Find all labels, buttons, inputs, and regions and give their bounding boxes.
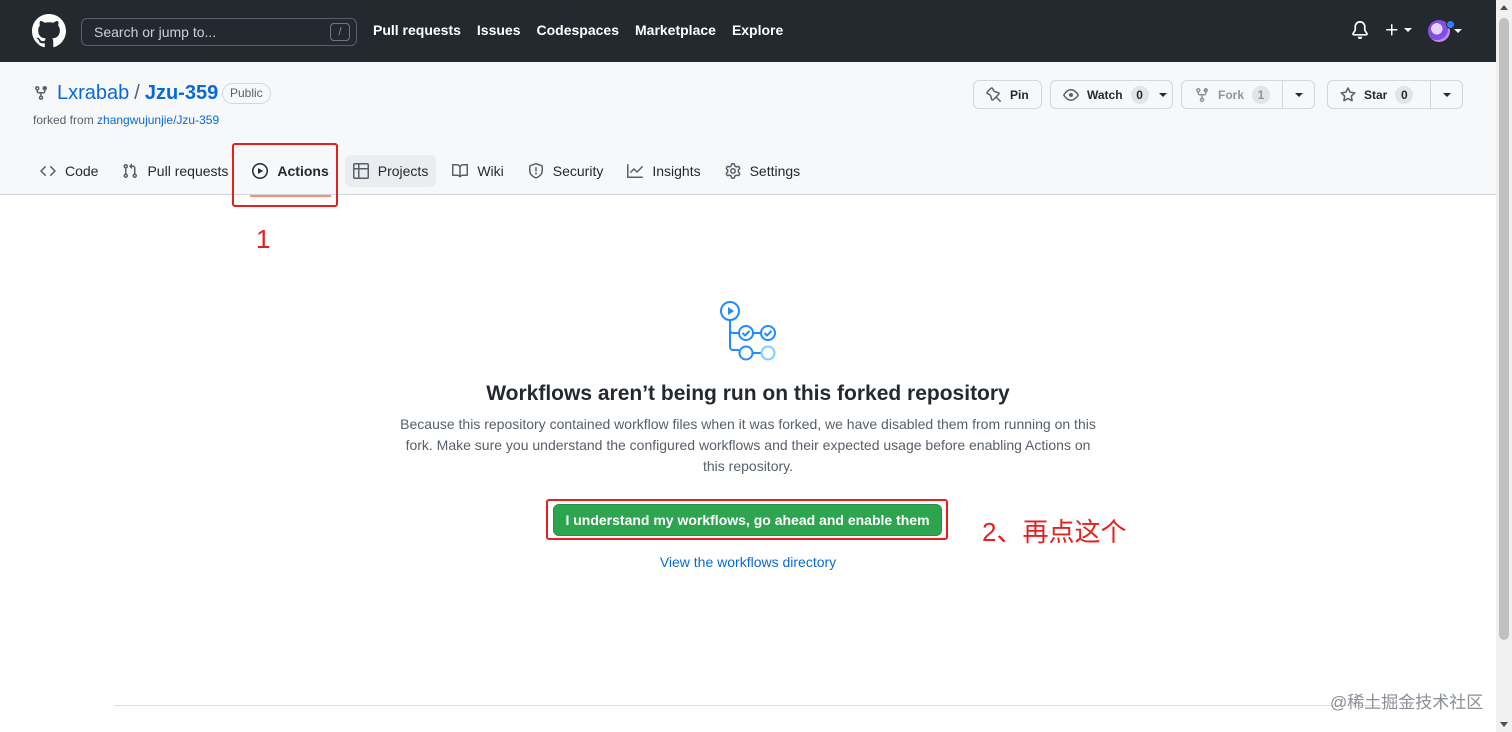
annotation-box-actions [232,143,338,207]
gear-icon [725,163,740,179]
workflows-directory-link[interactable]: View the workflows directory [660,554,836,570]
star-button[interactable]: Star 0 [1327,80,1463,109]
chevron-down-icon [1294,92,1303,97]
git-pull-request-icon [123,163,138,179]
tab-settings[interactable]: Settings [717,155,809,187]
watch-label: Watch [1087,87,1123,102]
create-new-button[interactable] [1384,18,1416,42]
star-label: Star [1364,87,1388,102]
tab-label: Projects [377,163,429,179]
global-nav: Pull requests Issues Codespaces Marketpl… [373,22,783,38]
tab-label: Pull requests [147,163,229,179]
workflow-icon [720,301,776,361]
scroll-up-arrow-icon[interactable] [1500,5,1508,10]
nav-issues[interactable]: Issues [477,22,521,38]
tab-security[interactable]: Security [520,155,612,187]
nav-marketplace[interactable]: Marketplace [635,22,716,38]
chevron-down-icon [1442,92,1451,97]
pin-icon [986,86,1002,102]
workflows-directory-link-row: View the workflows directory [0,554,1496,570]
star-dropdown-toggle[interactable] [1430,81,1462,108]
repo-forked-icon [35,86,47,101]
nav-pull-requests[interactable]: Pull requests [373,22,461,38]
shield-icon [528,163,543,179]
blankslate-title: Workflows aren’t being run on this forke… [486,382,1010,405]
global-header: Search or jump to... / Pull requests Iss… [0,0,1496,62]
fork-dropdown-toggle[interactable] [1282,81,1314,108]
tab-label: Wiki [477,163,504,179]
tab-label: Settings [749,163,801,179]
nav-explore[interactable]: Explore [732,22,783,38]
book-icon [452,163,469,178]
github-logo-icon[interactable] [32,14,66,48]
search-input[interactable]: Search or jump to... / [81,18,357,46]
watermark: @稀土掘金技术社区 [1330,693,1484,712]
tab-projects[interactable]: Projects [344,155,437,187]
repo-forked-icon [1196,87,1208,102]
forked-from-prefix: forked from [33,113,94,127]
search-shortcut-key: / [330,23,350,41]
table-icon [352,163,369,179]
annotation-step-1: 1 [256,224,271,254]
forked-from-text: forked from zhangwujunjie/Jzu-359 [33,113,219,127]
tab-label: Security [552,163,604,179]
pin-button[interactable]: Pin [973,80,1042,109]
repo-path-separator: / [134,82,140,104]
plus-icon [1386,24,1398,36]
tab-label: Insights [652,163,701,179]
blankslate-description: Because this repository contained workfl… [400,416,1096,474]
fork-label: Fork [1218,87,1245,102]
tab-wiki[interactable]: Wiki [444,155,511,187]
notification-indicator [1446,20,1455,29]
tab-code[interactable]: Code [32,155,106,187]
scroll-down-arrow-icon[interactable] [1500,722,1508,727]
forked-source-link[interactable]: zhangwujunjie/Jzu-359 [97,113,219,127]
eye-icon [1063,88,1079,101]
chevron-down-icon [1454,29,1462,33]
repo-nav: Code Pull requests Actions Projects Wiki… [32,154,816,197]
graph-icon [627,164,644,178]
enable-workflows-button[interactable]: I understand my workflows, go ahead and … [553,504,942,536]
nav-codespaces[interactable]: Codespaces [537,22,619,38]
repo-title: Lxrabab / Jzu-359 [57,82,218,105]
chevron-down-icon [1404,28,1412,32]
visibility-badge: Public [222,83,271,104]
chevron-down-icon [1158,92,1167,97]
tab-label: Code [65,163,99,179]
repo-owner-link[interactable]: Lxrabab [57,82,129,105]
search-placeholder: Search or jump to... [94,24,217,40]
star-count: 0 [1395,85,1414,104]
scrollbar-thumb[interactable] [1499,18,1509,640]
watch-count: 0 [1130,85,1149,104]
pin-label: Pin [1010,87,1029,102]
annotation-step-2: 2、再点这个 [982,517,1127,547]
footer-divider [114,705,1380,706]
tab-insights[interactable]: Insights [619,155,708,187]
notifications-button[interactable] [1351,18,1371,42]
watch-button[interactable]: Watch 0 [1050,80,1173,109]
code-icon [40,165,56,177]
fork-button[interactable]: Fork 1 [1181,80,1315,109]
tab-pull-requests[interactable]: Pull requests [114,155,236,187]
star-icon [1340,86,1356,101]
bell-icon [1352,21,1368,39]
fork-count: 1 [1252,85,1271,104]
repo-name-link[interactable]: Jzu-359 [145,82,218,105]
scrollbar[interactable] [1496,0,1512,732]
